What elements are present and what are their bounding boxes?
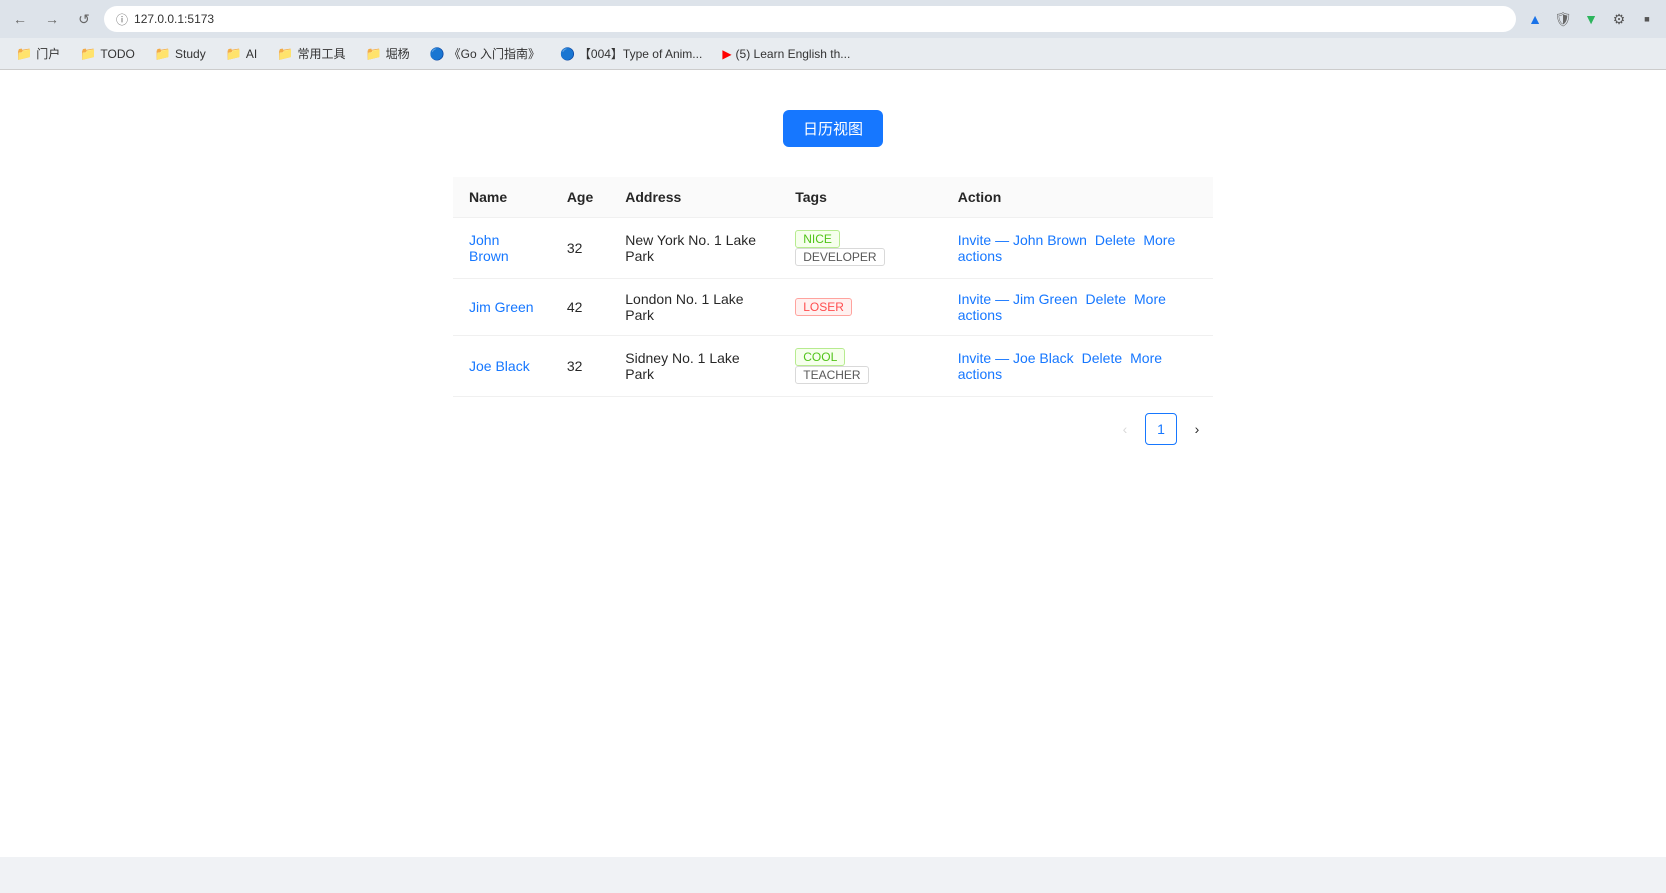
- bookmark-label: 门户: [36, 45, 60, 62]
- extension-icon-2[interactable]: ▼: [1580, 8, 1602, 30]
- folder-icon: 📁: [226, 46, 242, 62]
- bookmark-bar: 📁 门户 📁 TODO 📁 Study 📁 AI 📁 常用工具 📁 堀杨 🔵 《…: [0, 38, 1666, 70]
- tag-developer: DEVELOPER: [795, 248, 884, 266]
- folder-icon: 📁: [277, 46, 293, 62]
- name-link-0[interactable]: John Brown: [469, 232, 509, 264]
- bookmark-duyang[interactable]: 📁 堀杨: [357, 43, 417, 64]
- delete-link-2[interactable]: Delete: [1082, 350, 1122, 366]
- bookmark-youtube[interactable]: ▶ (5) Learn English th...: [714, 45, 858, 63]
- col-header-tags: Tags: [779, 177, 941, 218]
- name-link-2[interactable]: Joe Black: [469, 358, 530, 374]
- delete-link-0[interactable]: Delete: [1095, 232, 1135, 248]
- pagination: ‹ 1 ›: [453, 397, 1213, 461]
- settings-icon[interactable]: ⚙: [1608, 8, 1630, 30]
- bookmark-label: 《Go 入门指南》: [449, 45, 540, 62]
- browser-chrome: ← → ↺ ⓘ 127.0.0.1:5173 ▲ 🛡 ▼ ⚙ ▪ 📁 门户 📁 …: [0, 0, 1666, 70]
- forward-button[interactable]: →: [40, 7, 64, 31]
- address-bar[interactable]: ⓘ 127.0.0.1:5173: [104, 6, 1516, 32]
- bookmark-study[interactable]: 📁 Study: [147, 44, 214, 64]
- tag-loser: LOSER: [795, 298, 852, 316]
- tags-cell-1: LOSER: [779, 279, 941, 336]
- bookmark-menhù[interactable]: 📁 门户: [8, 43, 68, 64]
- folder-icon: 📁: [155, 46, 171, 62]
- bookmark-label: 【004】Type of Anim...: [579, 45, 702, 62]
- table-container: Name Age Address Tags Action John Brown 3…: [453, 177, 1213, 397]
- tag-cool: COOL: [795, 348, 845, 366]
- pagination-page-1[interactable]: 1: [1145, 413, 1177, 445]
- profile-icon[interactable]: ▲: [1524, 8, 1546, 30]
- pagination-next[interactable]: ›: [1181, 413, 1213, 445]
- url-text: 127.0.0.1:5173: [134, 12, 214, 26]
- table-row: Joe Black32Sidney No. 1 Lake ParkCOOLTEA…: [453, 336, 1213, 397]
- invite-link-0[interactable]: Invite — John Brown: [958, 232, 1087, 248]
- reload-button[interactable]: ↺: [72, 7, 96, 31]
- pagination-prev[interactable]: ‹: [1109, 413, 1141, 445]
- folder-icon: 📁: [80, 46, 96, 62]
- col-header-action: Action: [942, 177, 1213, 218]
- youtube-icon: ▶: [722, 47, 731, 61]
- folder-icon: 📁: [16, 46, 32, 62]
- bookmark-label: 堀杨: [386, 45, 410, 62]
- age-cell-2: 32: [551, 336, 609, 397]
- action-cell-2: Invite — Joe BlackDeleteMore actions: [942, 336, 1213, 397]
- address-bar-row: ← → ↺ ⓘ 127.0.0.1:5173 ▲ 🛡 ▼ ⚙ ▪: [0, 0, 1666, 38]
- col-header-name: Name: [453, 177, 551, 218]
- bookmark-label: AI: [246, 47, 257, 61]
- table-row: Jim Green 42London No. 1 Lake Park LOSER In…: [453, 279, 1213, 336]
- age-cell-0: 32: [551, 218, 609, 279]
- address-cell-1: London No. 1 Lake Park: [609, 279, 779, 336]
- calendar-button[interactable]: 日历视图: [783, 110, 883, 147]
- bookmark-label: Study: [175, 47, 206, 61]
- back-button[interactable]: ←: [8, 7, 32, 31]
- name-link-1[interactable]: Jim Green: [469, 299, 534, 315]
- age-cell-1: 42: [551, 279, 609, 336]
- tag-nice: NICE: [795, 230, 840, 248]
- bookmark-anim[interactable]: 🔵 【004】Type of Anim...: [552, 43, 710, 64]
- folder-icon: 📁: [365, 46, 381, 62]
- bookmark-todo[interactable]: 📁 TODO: [72, 44, 143, 64]
- bookmark-label: 常用工具: [297, 45, 345, 62]
- data-table: Name Age Address Tags Action John Brown 3…: [453, 177, 1213, 397]
- page-icon: 🔵: [560, 47, 575, 61]
- invite-link-2[interactable]: Invite — Joe Black: [958, 350, 1074, 366]
- col-header-age: Age: [551, 177, 609, 218]
- invite-link-1[interactable]: Invite — Jim Green: [958, 291, 1078, 307]
- address-cell-2: Sidney No. 1 Lake Park: [609, 336, 779, 397]
- security-icon: ⓘ: [116, 11, 128, 28]
- tags-cell-2: COOLTEACHER: [779, 336, 941, 397]
- col-header-address: Address: [609, 177, 779, 218]
- bookmark-tools[interactable]: 📁 常用工具: [269, 43, 353, 64]
- browser-icons: ▲ 🛡 ▼ ⚙ ▪: [1524, 8, 1658, 30]
- bookmark-ai[interactable]: 📁 AI: [218, 44, 266, 64]
- tags-cell-0: NICEDEVELOPER: [779, 218, 941, 279]
- menu-icon[interactable]: ▪: [1636, 8, 1658, 30]
- delete-link-1[interactable]: Delete: [1086, 291, 1126, 307]
- action-cell-1: Invite — Jim GreenDeleteMore actions: [942, 279, 1213, 336]
- page-icon: 🔵: [430, 47, 445, 61]
- address-cell-0: New York No. 1 Lake Park: [609, 218, 779, 279]
- table-row: John Brown32New York No. 1 Lake ParkNICE…: [453, 218, 1213, 279]
- bookmark-label: (5) Learn English th...: [736, 47, 851, 61]
- bookmark-label: TODO: [100, 47, 134, 61]
- extension-icon-1[interactable]: 🛡: [1552, 8, 1574, 30]
- table-header-row: Name Age Address Tags Action: [453, 177, 1213, 218]
- bookmark-go-guide[interactable]: 🔵 《Go 入门指南》: [422, 43, 548, 64]
- tag-teacher: TEACHER: [795, 366, 868, 384]
- page-content: 日历视图 Name Age Address Tags Action John B…: [0, 70, 1666, 857]
- action-cell-0: Invite — John BrownDeleteMore actions: [942, 218, 1213, 279]
